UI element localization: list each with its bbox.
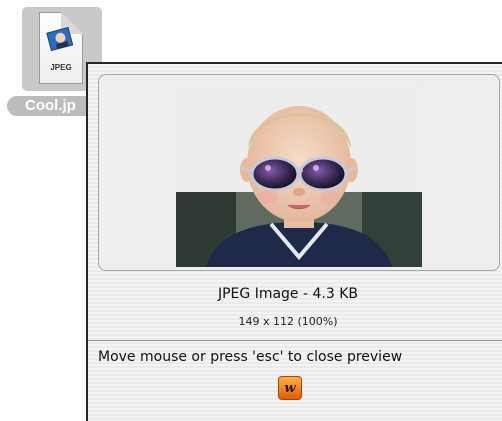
file-name-label[interactable]: Cool.jp xyxy=(7,96,92,116)
preview-divider xyxy=(88,340,502,341)
file-type-badge: JPEG xyxy=(50,63,72,72)
close-preview-hint: Move mouse or press 'esc' to close previ… xyxy=(98,349,403,365)
file-name-text: Cool.jp xyxy=(25,97,76,114)
photo-thumbnail-icon xyxy=(46,26,74,52)
preview-dimensions: 149 x 112 (100%) xyxy=(238,315,338,328)
preview-file-title: JPEG Image - 4.3 KB xyxy=(217,286,358,302)
preview-panel: JPEG Image - 4.3 KB 149 x 112 (100%) Mov… xyxy=(86,62,502,421)
w-app-icon[interactable]: w xyxy=(278,376,302,400)
desktop: JPEG Cool.jp JPEG Image - 4.3 KB 149 x 1… xyxy=(0,0,502,421)
jpeg-document-icon: JPEG xyxy=(39,12,83,84)
preview-photo xyxy=(176,82,422,267)
preview-image-frame xyxy=(98,74,500,271)
child-photo-image xyxy=(176,82,422,267)
w-glyph: w xyxy=(284,380,296,396)
